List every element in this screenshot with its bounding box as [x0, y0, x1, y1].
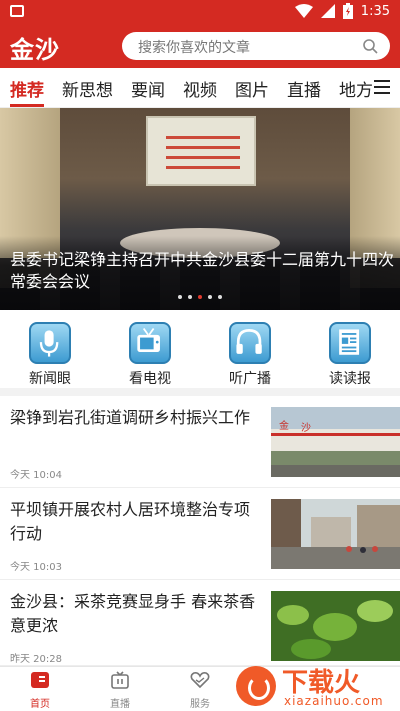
tv-icon	[129, 322, 171, 364]
search-bar[interactable]: 搜索你喜欢的文章	[122, 32, 390, 60]
nav-label: 首页	[30, 699, 50, 710]
news-title: 梁铮到岩孔街道调研乡村振兴工作	[10, 408, 251, 427]
carousel-dot[interactable]	[208, 295, 212, 299]
svg-text:金: 金	[279, 419, 289, 432]
shortcut-label: 新闻眼	[29, 371, 71, 387]
heart-icon	[190, 672, 210, 689]
watermark-domain: xiazaihuo.com	[284, 694, 384, 708]
news-title: 平坝镇开展农村人居环境整治专项行动	[10, 500, 251, 543]
watermark-logo-icon	[236, 666, 276, 706]
nav-label: 直播	[110, 699, 130, 710]
signal-icon	[320, 4, 335, 18]
news-item[interactable]: 金沙县：采茶竞赛显身手 春来茶香意更浓 昨天 20:28	[0, 580, 400, 666]
home-icon	[31, 672, 49, 688]
carousel-dot[interactable]	[198, 295, 202, 299]
news-thumbnail	[271, 591, 400, 661]
tab-menu-icon[interactable]	[374, 80, 390, 94]
carousel-dots	[178, 295, 222, 299]
search-placeholder: 搜索你喜欢的文章	[138, 40, 250, 56]
shortcut-label: 看电视	[129, 371, 171, 387]
tab-recommend[interactable]: 推荐	[10, 76, 44, 101]
news-time: 今天 10:04	[10, 470, 62, 481]
shortcut-watch-tv[interactable]: 看电视	[115, 322, 185, 388]
nav-services[interactable]: 服务	[170, 671, 230, 710]
news-time: 昨天 20:28	[10, 654, 62, 665]
wifi-icon	[294, 4, 313, 18]
newspaper-icon	[329, 322, 371, 364]
status-time: 1:35	[360, 3, 390, 19]
tab-headlines[interactable]: 要闻	[131, 76, 165, 101]
carousel-dot[interactable]	[218, 295, 222, 299]
tab-new-thought[interactable]: 新思想	[62, 76, 113, 101]
carousel-dot[interactable]	[188, 295, 192, 299]
shortcut-row: 新闻眼 看电视 听广播 读读报	[0, 310, 400, 396]
battery-icon	[342, 3, 353, 19]
hero-carousel[interactable]: 县委书记梁铮主持召开中共金沙县委十二届第九十四次常委会会议	[0, 108, 400, 310]
news-thumbnail	[271, 499, 400, 569]
tab-video[interactable]: 视频	[183, 76, 217, 101]
search-icon[interactable]	[362, 38, 378, 54]
headphones-icon	[229, 322, 271, 364]
news-title: 金沙县：采茶竞赛显身手 春来茶香意更浓	[10, 592, 256, 635]
hero-photo-screen	[146, 116, 256, 186]
nav-home[interactable]: 首页	[10, 671, 70, 710]
category-tabs: 推荐 新思想 要闻 视频 图片 直播 地方	[0, 68, 400, 108]
active-tab-indicator	[10, 104, 44, 107]
news-time: 今天 10:03	[10, 562, 62, 573]
shortcut-label: 听广播	[229, 371, 271, 387]
news-item[interactable]: 平坝镇开展农村人居环境整治专项行动 今天 10:03	[0, 488, 400, 580]
tab-live[interactable]: 直播	[287, 76, 321, 101]
news-item[interactable]: 梁铮到岩孔街道调研乡村振兴工作 今天 10:04 金 沙	[0, 396, 400, 488]
nav-live[interactable]: 直播	[90, 671, 150, 710]
image-notification-icon	[10, 5, 24, 17]
carousel-dot[interactable]	[178, 295, 182, 299]
hero-caption[interactable]: 县委书记梁铮主持召开中共金沙县委十二届第九十四次常委会会议	[10, 249, 394, 293]
site-watermark: 下载火 xiazaihuo.com	[236, 660, 396, 710]
app-logo: 金沙	[10, 35, 60, 64]
app-bar: 金沙 搜索你喜欢的文章	[0, 24, 400, 68]
tab-pictures[interactable]: 图片	[235, 76, 269, 101]
status-bar: 1:35	[0, 0, 400, 24]
tab-local[interactable]: 地方	[339, 76, 373, 101]
live-tv-icon	[111, 671, 129, 689]
shortcut-listen-radio[interactable]: 听广播	[215, 322, 285, 388]
news-thumbnail: 金 沙	[271, 407, 400, 477]
nav-label: 服务	[190, 699, 210, 710]
microphone-icon	[29, 322, 71, 364]
svg-text:沙: 沙	[301, 422, 311, 434]
shortcut-label: 读读报	[329, 371, 371, 387]
shortcut-news-eye[interactable]: 新闻眼	[15, 322, 85, 388]
shortcut-read-paper[interactable]: 读读报	[315, 322, 385, 388]
